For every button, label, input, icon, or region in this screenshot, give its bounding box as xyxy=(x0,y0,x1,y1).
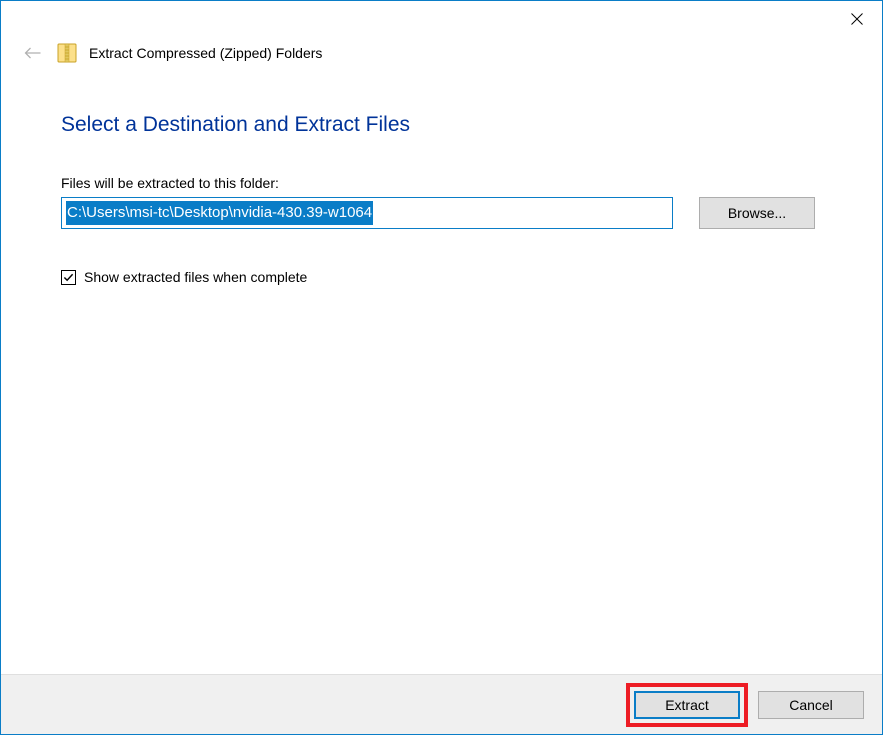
content-area: Select a Destination and Extract Files F… xyxy=(1,65,882,285)
extract-button[interactable]: Extract xyxy=(634,691,740,719)
close-icon xyxy=(851,13,863,25)
zip-folder-icon xyxy=(57,41,77,65)
footer: Extract Cancel xyxy=(1,674,882,734)
checkmark-icon xyxy=(63,272,74,283)
destination-path-text: C:\Users\msi-tc\Desktop\nvidia-430.39-w1… xyxy=(66,201,373,225)
path-label: Files will be extracted to this folder: xyxy=(61,175,822,191)
browse-button[interactable]: Browse... xyxy=(699,197,815,229)
show-files-checkbox[interactable] xyxy=(61,270,76,285)
destination-path-input[interactable]: C:\Users\msi-tc\Desktop\nvidia-430.39-w1… xyxy=(61,197,673,229)
wizard-title: Extract Compressed (Zipped) Folders xyxy=(89,45,322,61)
path-row: C:\Users\msi-tc\Desktop\nvidia-430.39-w1… xyxy=(61,197,822,229)
cancel-button[interactable]: Cancel xyxy=(758,691,864,719)
checkbox-row: Show extracted files when complete xyxy=(61,269,822,285)
page-heading: Select a Destination and Extract Files xyxy=(61,113,822,137)
back-arrow-icon xyxy=(23,43,43,63)
close-button[interactable] xyxy=(834,3,880,35)
header-row: Extract Compressed (Zipped) Folders xyxy=(1,39,882,65)
show-files-label: Show extracted files when complete xyxy=(84,269,307,285)
back-button[interactable] xyxy=(21,41,45,65)
extract-highlight-annotation: Extract xyxy=(626,683,748,727)
titlebar xyxy=(1,1,882,39)
